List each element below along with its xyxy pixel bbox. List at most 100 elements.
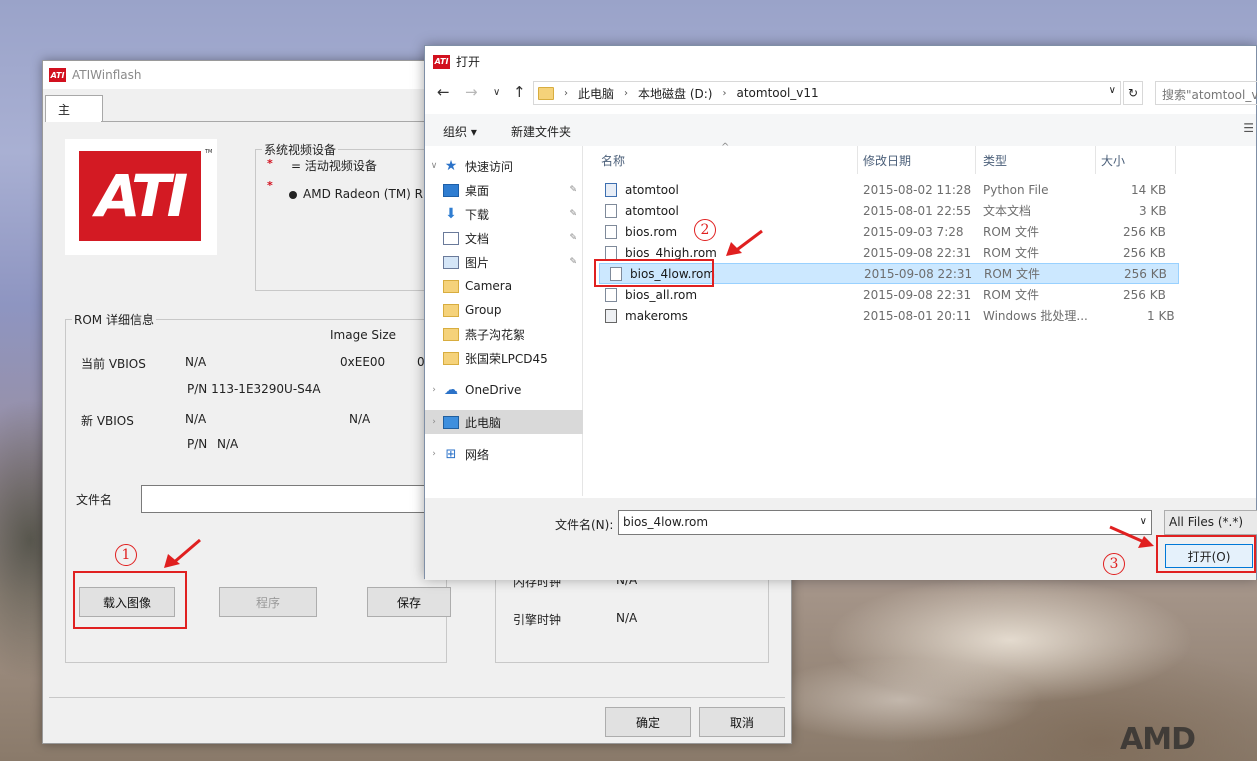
file-row[interactable]: atomtool 2015-08-01 22:55 文本文档 3 KB — [595, 200, 1175, 221]
organize-menu[interactable]: 组织 ▾ — [443, 123, 477, 140]
file-date: 2015-09-08 22:31 — [863, 287, 972, 302]
new-pn-value: N/A — [217, 437, 239, 451]
folder-icon — [443, 279, 459, 293]
nav-item-label: 快速访问 — [465, 159, 514, 174]
file-date: 2015-08-01 22:55 — [863, 203, 972, 218]
up-arrow-icon[interactable]: ↑ — [513, 83, 526, 101]
recent-locations-chevron-icon[interactable]: ∨ — [493, 87, 500, 98]
text-file-icon — [605, 203, 617, 218]
chevron-down-icon[interactable]: ∨ — [425, 161, 443, 171]
nav-item-network[interactable]: › ⊞ 网络 — [425, 442, 583, 466]
tab-main[interactable]: 主 — [45, 95, 103, 122]
nav-item-onedrive[interactable]: › ☁ OneDrive — [425, 378, 583, 402]
save-button[interactable]: 保存 — [367, 587, 451, 617]
nav-item-downloads[interactable]: ⬇ 下载 ✎ — [425, 202, 583, 226]
device-name: AMD Radeon (TM) R — [303, 187, 424, 201]
file-name: bios_all.rom — [625, 287, 698, 302]
nav-item-desktop[interactable]: 桌面 ✎ — [425, 178, 583, 202]
column-header-name[interactable]: 名称 — [601, 152, 625, 169]
breadcrumb-separator-icon[interactable]: › — [624, 88, 628, 99]
ati-logo-text: ATI — [95, 162, 189, 230]
forward-arrow-icon[interactable]: → — [465, 83, 478, 101]
breadcrumb-item-drive-d[interactable]: 本地磁盘 (D:) — [638, 85, 712, 102]
file-type: ROM 文件 — [984, 267, 1040, 281]
address-bar[interactable]: › 此电脑 › 本地磁盘 (D:) › atomtool_v11 ∨ — [533, 81, 1121, 105]
refresh-icon[interactable]: ↻ — [1123, 81, 1143, 105]
picture-icon — [443, 255, 459, 269]
cancel-button[interactable]: 取消 — [699, 707, 785, 737]
chevron-right-icon[interactable]: › — [425, 449, 443, 459]
file-icon — [605, 245, 617, 260]
breadcrumb-separator-icon[interactable]: › — [564, 88, 568, 99]
folder-icon — [443, 351, 459, 365]
nav-item-documents[interactable]: 文档 ✎ — [425, 226, 583, 250]
file-size: 1 KB — [1147, 308, 1175, 323]
ati-logo: ATI TM — [65, 139, 217, 255]
filename-input-value: bios_4low.rom — [623, 515, 709, 529]
new-folder-button[interactable]: 新建文件夹 — [511, 123, 571, 140]
breadcrumb-separator-icon[interactable]: › — [722, 88, 726, 99]
file-row[interactable]: bios_all.rom 2015-09-08 22:31 ROM 文件 256… — [595, 284, 1175, 305]
file-size: 3 KB — [1139, 203, 1167, 218]
annotation-box-load-image — [73, 571, 187, 629]
nav-item-label: Group — [465, 303, 502, 317]
search-input[interactable]: 搜索"atomtool_v11" — [1155, 81, 1257, 105]
breadcrumb-item-this-pc[interactable]: 此电脑 — [578, 85, 614, 102]
file-row[interactable]: bios.rom 2015-09-03 7:28 ROM 文件 256 KB — [595, 221, 1175, 242]
column-header-size[interactable]: 大小 — [1101, 152, 1125, 169]
column-header-type[interactable]: 类型 — [983, 152, 1007, 169]
annotation-number-1: 1 — [115, 544, 137, 566]
ati-logo-tm: TM — [205, 149, 213, 155]
file-row[interactable]: atomtool 2015-08-02 11:28 Python File 14… — [595, 179, 1175, 200]
engine-clock-value: N/A — [616, 611, 638, 625]
breadcrumb-item-atomtool[interactable]: atomtool_v11 — [736, 86, 818, 100]
dialog-toolbar: 组织 ▾ 新建文件夹 ☰ — [425, 114, 1256, 146]
nav-item-pictures[interactable]: 图片 ✎ — [425, 250, 583, 274]
new-image-size: N/A — [349, 412, 371, 426]
file-row[interactable]: makeroms 2015-08-01 20:11 Windows 批处理...… — [595, 305, 1175, 326]
program-button[interactable]: 程序 — [219, 587, 317, 617]
nav-item-this-pc[interactable]: › 此电脑 — [425, 410, 583, 434]
radio-dot-icon — [289, 190, 297, 199]
ok-button[interactable]: 确定 — [605, 707, 691, 737]
new-vbios-label: 新 VBIOS — [81, 414, 134, 428]
file-size: 256 KB — [1123, 287, 1166, 302]
file-list: ^ 名称 修改日期 类型 大小 atomtool 2015-08-02 11:2… — [595, 142, 1257, 496]
filetype-select[interactable]: All Files (*.*) — [1164, 510, 1257, 535]
column-header-date[interactable]: 修改日期 — [863, 152, 911, 169]
filename-label: 文件名 — [76, 493, 113, 507]
view-options-icon[interactable]: ☰ — [1243, 121, 1254, 135]
nav-item-label: 网络 — [465, 447, 490, 462]
ati-app-icon: ATI — [433, 54, 450, 69]
device-radio[interactable]: AMD Radeon (TM) R — [289, 187, 423, 201]
file-size: 256 KB — [1123, 224, 1166, 239]
nav-item-label: 此电脑 — [465, 415, 502, 430]
nav-item-folder-lpcd45[interactable]: 张国荣LPCD45 — [425, 346, 583, 370]
nav-item-label: 燕子沟花絮 — [465, 327, 526, 342]
amd-logo: AMD — [1120, 722, 1196, 757]
chevron-down-icon[interactable]: ∨ — [1109, 85, 1116, 96]
folder-icon — [443, 303, 459, 317]
annotation-number-2: 2 — [694, 219, 716, 241]
filename-input[interactable]: bios_4low.rom ∨ — [618, 510, 1152, 535]
folder-icon — [538, 86, 554, 100]
rom-details-legend: ROM 详细信息 — [74, 313, 154, 327]
file-date: 2015-08-02 11:28 — [863, 182, 972, 197]
python-file-icon — [605, 182, 617, 197]
chevron-right-icon[interactable]: › — [425, 385, 443, 395]
nav-item-label: Camera — [465, 279, 513, 293]
nav-item-folder-yanzigou[interactable]: 燕子沟花絮 — [425, 322, 583, 346]
dialog-title: 打开 — [456, 55, 481, 69]
nav-item-group[interactable]: Group — [425, 298, 583, 322]
nav-item-camera[interactable]: Camera — [425, 274, 583, 298]
nav-item-quick-access[interactable]: ∨ ★ 快速访问 — [425, 154, 583, 178]
active-device-legend-label: = 活动视频设备 — [291, 159, 377, 173]
filename-field[interactable] — [141, 485, 431, 513]
back-arrow-icon[interactable]: ← — [437, 83, 450, 101]
nav-item-label: 桌面 — [465, 183, 490, 198]
file-date: 2015-09-03 7:28 — [863, 224, 964, 239]
sort-ascending-icon: ^ — [721, 142, 730, 153]
pin-icon: ✎ — [569, 209, 577, 219]
chevron-right-icon[interactable]: › — [425, 417, 443, 427]
file-type: 文本文档 — [983, 204, 1032, 218]
